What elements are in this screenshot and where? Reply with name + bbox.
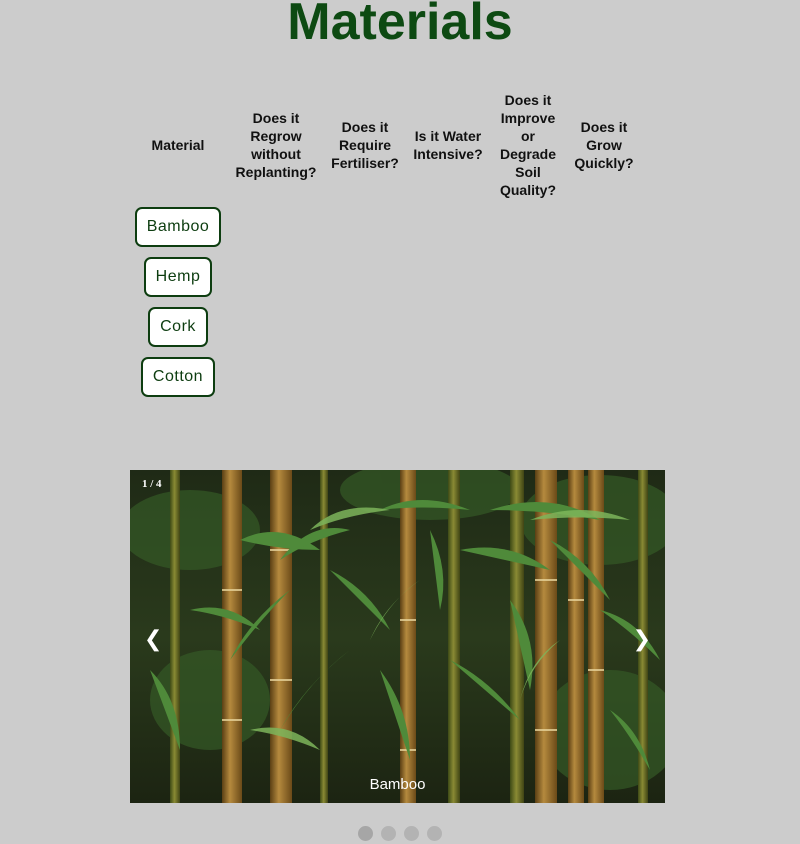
material-cell: Hemp <box>128 252 228 302</box>
material-cell: Bamboo <box>128 202 228 252</box>
header-regrow: Does it Regrow without Replanting? <box>235 110 317 180</box>
table-header-row: Material Does it Regrow without Replanti… <box>128 88 642 202</box>
material-button-bamboo[interactable]: Bamboo <box>134 207 222 247</box>
table-row: Cork <box>128 302 642 352</box>
header-grow-quickly: Does it Grow Quickly? <box>574 119 634 171</box>
header-fertiliser: Does it Require Fertiliser? <box>331 119 399 171</box>
header-water-intensive: Is it Water Intensive? <box>413 128 483 162</box>
slide-caption: Bamboo <box>369 776 426 793</box>
prev-arrow-icon[interactable]: ❮ <box>144 628 162 652</box>
header-material: Material <box>151 137 205 153</box>
material-button-cork[interactable]: Cork <box>148 307 208 347</box>
header-soil-quality: Does it Improve or Degrade Soil Quality? <box>499 92 557 198</box>
slide-dots <box>0 826 800 841</box>
next-arrow-icon[interactable]: ❯ <box>633 628 651 652</box>
material-button-cotton[interactable]: Cotton <box>140 357 216 397</box>
material-cell: Cork <box>128 302 228 352</box>
slide-dot-1[interactable] <box>358 826 373 841</box>
materials-table: Material Does it Regrow without Replanti… <box>128 88 642 402</box>
page-title: Materials <box>287 0 513 51</box>
table-row: Hemp <box>128 252 642 302</box>
slide-dot-3[interactable] <box>404 826 419 841</box>
slide-dot-2[interactable] <box>381 826 396 841</box>
material-button-hemp[interactable]: Hemp <box>143 257 213 297</box>
material-cell: Cotton <box>128 352 228 402</box>
slide-dot-4[interactable] <box>427 826 442 841</box>
bamboo-photo <box>130 470 665 803</box>
table-row: Cotton <box>128 352 642 402</box>
slide-counter: 1 / 4 <box>142 478 162 490</box>
table-row: Bamboo <box>128 202 642 252</box>
image-slideshow: 1 / 4 ❮ ❯ Bamboo <box>130 470 665 803</box>
